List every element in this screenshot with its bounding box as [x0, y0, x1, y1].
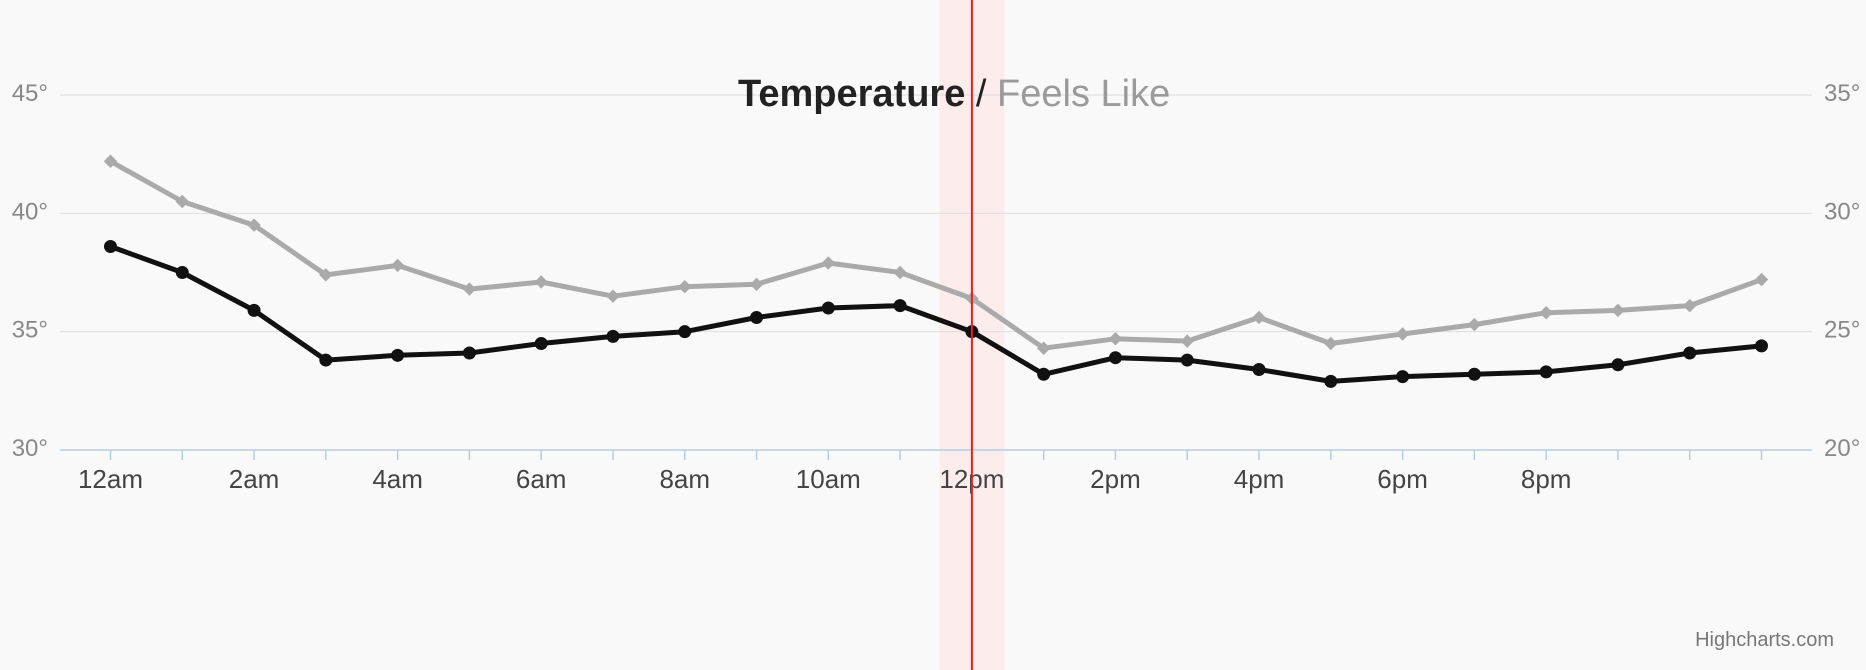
x-axis-label: 2pm: [1090, 464, 1141, 494]
feelslike-marker[interactable]: [392, 259, 404, 271]
temperature-marker[interactable]: [535, 338, 547, 350]
y-right-label: 20°: [1824, 435, 1860, 462]
temperature-marker[interactable]: [1038, 368, 1050, 380]
temperature-marker[interactable]: [607, 330, 619, 342]
temperature-marker[interactable]: [248, 304, 260, 316]
x-axis-label: 12am: [78, 464, 143, 494]
x-axis-label: 10am: [796, 464, 861, 494]
temperature-marker[interactable]: [1756, 340, 1768, 352]
feelslike-marker[interactable]: [894, 267, 906, 279]
temperature-marker[interactable]: [104, 240, 116, 252]
temperature-marker[interactable]: [1468, 368, 1480, 380]
temperature-marker[interactable]: [1325, 375, 1337, 387]
temperature-feelslike-chart[interactable]: Temperature / Feels Like 12am 2am 4am 6am 8a…: [0, 0, 1866, 670]
temperature-marker[interactable]: [679, 326, 691, 338]
feelslike-marker[interactable]: [1325, 338, 1337, 350]
temperature-marker[interactable]: [1540, 366, 1552, 378]
x-axis-label: 2am: [229, 464, 280, 494]
title-separator: /: [965, 73, 997, 115]
temperature-marker[interactable]: [1109, 352, 1121, 364]
title-primary: Temperature: [738, 73, 965, 115]
temperature-marker[interactable]: [176, 267, 188, 279]
feelslike-marker[interactable]: [1612, 304, 1624, 316]
temperature-marker[interactable]: [822, 302, 834, 314]
title-secondary: Feels Like: [997, 73, 1170, 115]
temperature-marker[interactable]: [894, 300, 906, 312]
temperature-marker[interactable]: [392, 349, 404, 361]
temperature-marker[interactable]: [1181, 354, 1193, 366]
feelslike-marker[interactable]: [822, 257, 834, 269]
temperature-marker[interactable]: [1612, 359, 1624, 371]
temperature-marker[interactable]: [1684, 347, 1696, 359]
temperature-marker[interactable]: [1253, 364, 1265, 376]
y-left-label: 40°: [12, 198, 48, 225]
x-axis-label: 8am: [659, 464, 710, 494]
y-right-label: 25°: [1824, 317, 1860, 344]
x-axis-label: 8pm: [1521, 464, 1572, 494]
temperature-marker[interactable]: [1397, 371, 1409, 383]
feelslike-marker[interactable]: [1756, 274, 1768, 286]
credits-link[interactable]: Highcharts.com: [1695, 629, 1834, 652]
feelslike-marker[interactable]: [1109, 333, 1121, 345]
feelslike-marker[interactable]: [751, 278, 763, 290]
x-axis-label: 6pm: [1377, 464, 1428, 494]
temperature-marker[interactable]: [320, 354, 332, 366]
temperature-line[interactable]: [111, 247, 1762, 382]
feelslike-marker[interactable]: [1468, 319, 1480, 331]
temperature-marker[interactable]: [463, 347, 475, 359]
feelslike-marker[interactable]: [679, 281, 691, 293]
x-axis-label: 4am: [372, 464, 423, 494]
y-right-label: 30°: [1824, 198, 1860, 225]
x-axis-label: 4pm: [1234, 464, 1285, 494]
feelslike-marker[interactable]: [463, 283, 475, 295]
temperature-marker[interactable]: [751, 311, 763, 323]
x-axis-label: 6am: [516, 464, 567, 494]
feelslike-marker[interactable]: [535, 276, 547, 288]
feelslike-marker[interactable]: [1540, 307, 1552, 319]
y-left-label: 35°: [12, 317, 48, 344]
feelslike-marker[interactable]: [1397, 328, 1409, 340]
chart-title: Temperature / Feels Like: [0, 30, 1866, 159]
feelslike-marker[interactable]: [1181, 335, 1193, 347]
feelslike-marker[interactable]: [607, 290, 619, 302]
y-left-label: 30°: [12, 435, 48, 462]
